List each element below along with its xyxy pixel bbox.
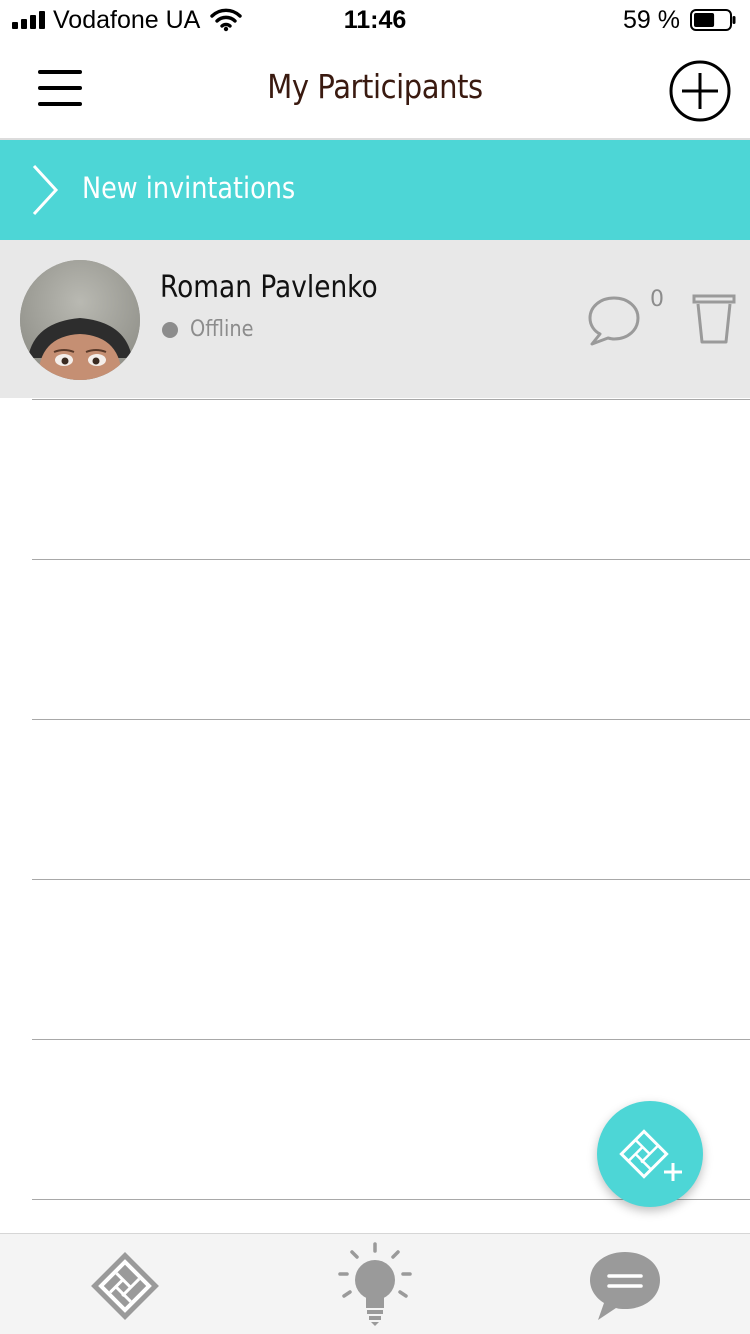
chevron-right-icon: [32, 164, 59, 216]
screen: Vodafone UA 11:46 59 % My Participants N…: [0, 0, 750, 1334]
chat-bubble-icon[interactable]: [586, 292, 642, 348]
tab-ideas[interactable]: [334, 1242, 416, 1328]
trash-icon[interactable]: [692, 292, 736, 344]
status-dot-icon: [162, 322, 178, 338]
avatar: [20, 260, 140, 380]
battery-percent: 59 %: [623, 6, 680, 34]
plus-circle-icon[interactable]: [669, 60, 731, 122]
floorplan-icon: [91, 1252, 159, 1320]
add-floorplan-button[interactable]: [597, 1101, 703, 1207]
new-invitations-label: New invintations: [82, 171, 296, 205]
battery-icon: [690, 9, 736, 31]
tab-floorplans[interactable]: [84, 1242, 166, 1328]
bottom-tab-bar: [0, 1233, 750, 1334]
page-title: My Participants: [267, 67, 483, 106]
new-invitations-banner[interactable]: New invintations: [0, 140, 750, 240]
participant-row[interactable]: Roman Pavlenko Offline 0: [0, 240, 750, 398]
chat-icon: [590, 1252, 660, 1320]
lightbulb-icon: [338, 1242, 412, 1326]
tab-messages[interactable]: [584, 1242, 666, 1328]
list-separator: [32, 879, 750, 880]
participant-status: Offline: [190, 317, 254, 342]
list-separator: [32, 1039, 750, 1040]
list-separator: [32, 399, 750, 400]
app-header: My Participants: [0, 40, 750, 140]
message-count: 0: [650, 287, 664, 312]
participant-name: Roman Pavlenko: [160, 270, 378, 305]
list-separator: [32, 559, 750, 560]
list-separator: [32, 719, 750, 720]
add-floorplan-icon: [619, 1129, 682, 1181]
status-bar: Vodafone UA 11:46 59 %: [0, 0, 750, 40]
